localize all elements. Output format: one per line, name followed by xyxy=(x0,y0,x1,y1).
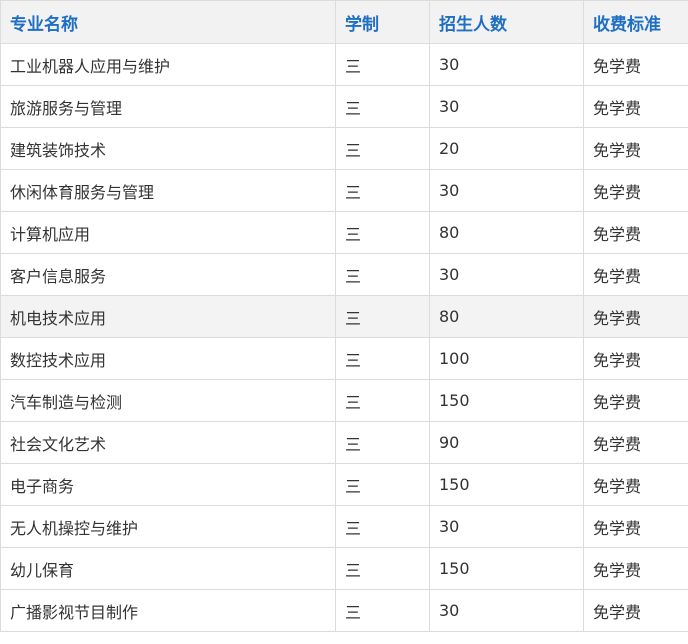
cell-major-name: 幼儿保育 xyxy=(0,547,336,590)
cell-duration: 三 xyxy=(335,337,430,380)
cell-major-name: 广播影视节目制作 xyxy=(0,589,336,632)
table-row: 数控技术应用 三 100 免学费 xyxy=(0,337,688,380)
cell-fee: 免学费 xyxy=(583,463,688,506)
header-major-name: 专业名称 xyxy=(0,0,336,44)
cell-major-name: 客户信息服务 xyxy=(0,253,336,296)
cell-major-name: 休闲体育服务与管理 xyxy=(0,169,336,212)
cell-enrollment: 100 xyxy=(429,337,584,380)
table-body: 工业机器人应用与维护 三 30 免学费 旅游服务与管理 三 30 免学费 建筑装… xyxy=(0,43,688,632)
header-fee: 收费标准 xyxy=(583,0,688,44)
table-row: 旅游服务与管理 三 30 免学费 xyxy=(0,85,688,128)
cell-duration: 三 xyxy=(335,463,430,506)
cell-duration: 三 xyxy=(335,589,430,632)
header-duration: 学制 xyxy=(335,0,430,44)
cell-major-name: 电子商务 xyxy=(0,463,336,506)
table-row: 广播影视节目制作 三 30 免学费 xyxy=(0,589,688,632)
cell-duration: 三 xyxy=(335,379,430,422)
cell-duration: 三 xyxy=(335,547,430,590)
cell-enrollment: 80 xyxy=(429,211,584,254)
cell-enrollment: 150 xyxy=(429,379,584,422)
cell-fee: 免学费 xyxy=(583,211,688,254)
table-row: 汽车制造与检测 三 150 免学费 xyxy=(0,379,688,422)
cell-fee: 免学费 xyxy=(583,43,688,86)
table-row: 机电技术应用 三 80 免学费 xyxy=(0,295,688,338)
cell-duration: 三 xyxy=(335,43,430,86)
table-row: 计算机应用 三 80 免学费 xyxy=(0,211,688,254)
cell-duration: 三 xyxy=(335,421,430,464)
table-row: 无人机操控与维护 三 30 免学费 xyxy=(0,505,688,548)
cell-fee: 免学费 xyxy=(583,253,688,296)
cell-major-name: 汽车制造与检测 xyxy=(0,379,336,422)
cell-enrollment: 150 xyxy=(429,547,584,590)
table-row: 工业机器人应用与维护 三 30 免学费 xyxy=(0,43,688,86)
cell-enrollment: 150 xyxy=(429,463,584,506)
cell-enrollment: 30 xyxy=(429,505,584,548)
cell-fee: 免学费 xyxy=(583,379,688,422)
cell-duration: 三 xyxy=(335,253,430,296)
table-row: 电子商务 三 150 免学费 xyxy=(0,463,688,506)
table-row: 建筑装饰技术 三 20 免学费 xyxy=(0,127,688,170)
cell-duration: 三 xyxy=(335,295,430,338)
table-row: 社会文化艺术 三 90 免学费 xyxy=(0,421,688,464)
cell-fee: 免学费 xyxy=(583,589,688,632)
cell-duration: 三 xyxy=(335,211,430,254)
cell-enrollment: 20 xyxy=(429,127,584,170)
cell-fee: 免学费 xyxy=(583,337,688,380)
cell-major-name: 工业机器人应用与维护 xyxy=(0,43,336,86)
table-row: 幼儿保育 三 150 免学费 xyxy=(0,547,688,590)
cell-duration: 三 xyxy=(335,85,430,128)
cell-duration: 三 xyxy=(335,169,430,212)
cell-major-name: 无人机操控与维护 xyxy=(0,505,336,548)
table-row: 休闲体育服务与管理 三 30 免学费 xyxy=(0,169,688,212)
cell-major-name: 机电技术应用 xyxy=(0,295,336,338)
cell-fee: 免学费 xyxy=(583,421,688,464)
cell-major-name: 社会文化艺术 xyxy=(0,421,336,464)
cell-enrollment: 30 xyxy=(429,169,584,212)
cell-major-name: 建筑装饰技术 xyxy=(0,127,336,170)
cell-enrollment: 30 xyxy=(429,589,584,632)
cell-enrollment: 30 xyxy=(429,43,584,86)
header-enrollment: 招生人数 xyxy=(429,0,584,44)
cell-enrollment: 90 xyxy=(429,421,584,464)
cell-fee: 免学费 xyxy=(583,295,688,338)
cell-major-name: 数控技术应用 xyxy=(0,337,336,380)
header-row: 专业名称 学制 招生人数 收费标准 xyxy=(0,0,688,44)
cell-fee: 免学费 xyxy=(583,547,688,590)
cell-duration: 三 xyxy=(335,505,430,548)
majors-table: 专业名称 学制 招生人数 收费标准 工业机器人应用与维护 三 30 免学费 旅游… xyxy=(0,0,688,632)
cell-fee: 免学费 xyxy=(583,169,688,212)
table-row: 客户信息服务 三 30 免学费 xyxy=(0,253,688,296)
cell-enrollment: 80 xyxy=(429,295,584,338)
cell-enrollment: 30 xyxy=(429,253,584,296)
cell-major-name: 计算机应用 xyxy=(0,211,336,254)
cell-enrollment: 30 xyxy=(429,85,584,128)
cell-duration: 三 xyxy=(335,127,430,170)
cell-major-name: 旅游服务与管理 xyxy=(0,85,336,128)
cell-fee: 免学费 xyxy=(583,85,688,128)
cell-fee: 免学费 xyxy=(583,127,688,170)
cell-fee: 免学费 xyxy=(583,505,688,548)
table-header: 专业名称 学制 招生人数 收费标准 xyxy=(0,0,688,44)
